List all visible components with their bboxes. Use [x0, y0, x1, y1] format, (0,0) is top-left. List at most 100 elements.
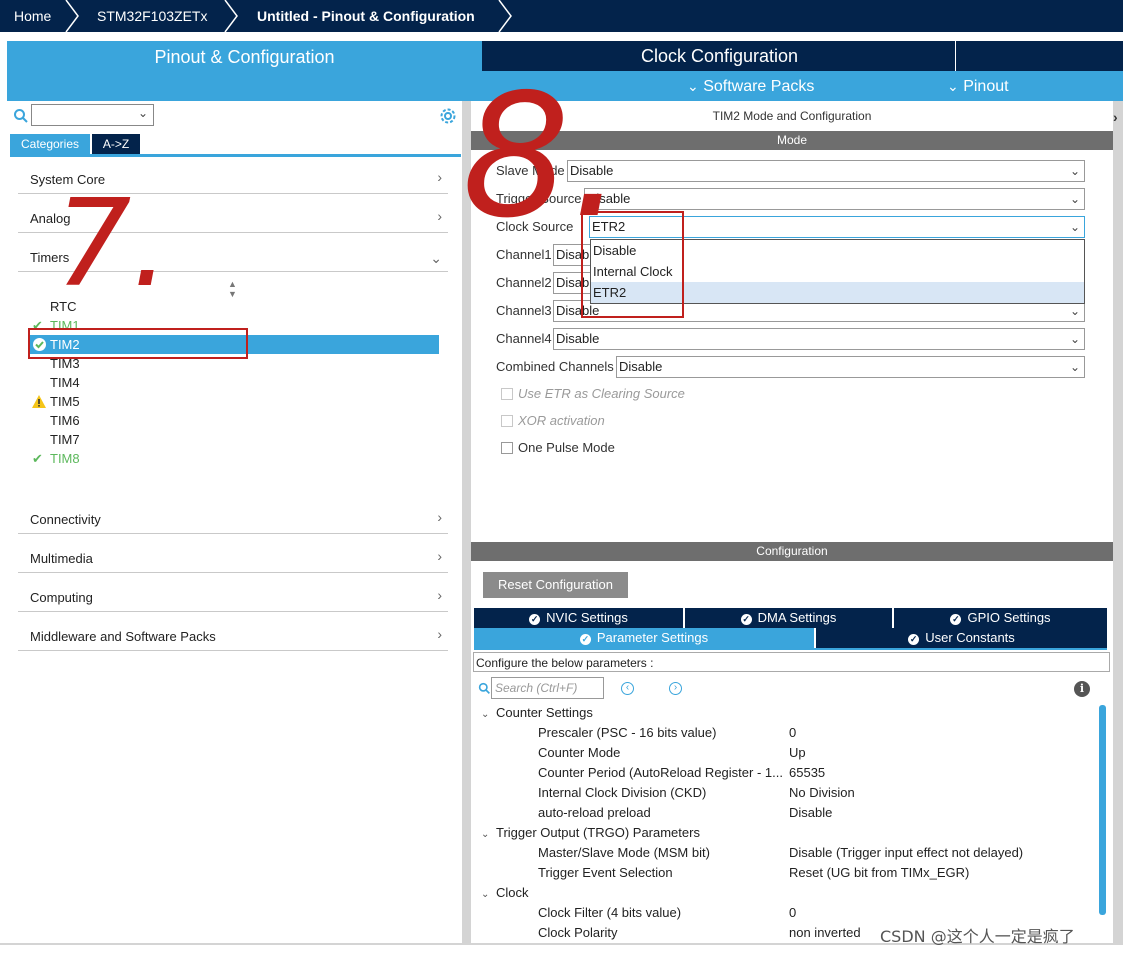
category-label: Middleware and Software Packs — [30, 629, 216, 644]
breadcrumb-chevron-icon — [224, 0, 238, 32]
timer-label: TIM4 — [50, 375, 80, 390]
tab-gpio-settings[interactable]: ✓ GPIO Settings — [894, 608, 1107, 628]
checkbox-box — [501, 415, 513, 427]
parameter-search-input[interactable]: Search (Ctrl+F) — [491, 677, 604, 699]
tab-label: GPIO Settings — [967, 610, 1051, 625]
tab-dma-settings[interactable]: ✓ DMA Settings — [685, 608, 892, 628]
chevron-down-icon: ⌄ — [481, 889, 490, 900]
category-label: Multimedia — [30, 551, 93, 566]
category-multimedia[interactable]: Multimedia › — [18, 535, 448, 573]
param-value[interactable]: No Division — [789, 783, 855, 803]
category-middleware[interactable]: Middleware and Software Packs › — [18, 613, 448, 651]
pinout-menu-label: Pinout — [963, 78, 1009, 95]
next-match-icon[interactable]: › — [669, 682, 682, 695]
parameter-scrollbar[interactable] — [1099, 705, 1106, 915]
tab-underline — [474, 648, 1107, 650]
warning-icon — [32, 395, 46, 408]
annotation-label-8: 8. — [462, 58, 625, 256]
chevron-down-icon: ⌄ — [481, 829, 490, 840]
param-value[interactable]: non inverted — [789, 923, 861, 943]
channel4-value: Disable — [556, 331, 600, 346]
chevron-right-icon: › — [437, 169, 442, 185]
param-value[interactable]: Disable — [789, 803, 832, 823]
chevron-down-icon: ⌄ — [137, 106, 148, 120]
tab-pinout-configuration-label: Pinout & Configuration — [154, 47, 335, 67]
software-packs-menu[interactable]: ⌄ Software Packs — [687, 71, 814, 101]
check-circle-icon: ✓ — [579, 634, 591, 645]
tab-label: User Constants — [925, 630, 1015, 645]
group-title: Counter Settings — [496, 705, 593, 720]
timer-tim5[interactable]: TIM5 — [29, 392, 439, 411]
param-name[interactable]: Prescaler (PSC - 16 bits value) — [538, 723, 788, 743]
slave-mode-select[interactable]: Disable ⌄ — [567, 160, 1085, 182]
param-value[interactable]: Up — [789, 743, 806, 763]
chevron-right-icon: › — [437, 587, 442, 603]
gear-icon[interactable] — [439, 107, 457, 125]
category-search-combo[interactable]: ⌄ — [31, 104, 154, 126]
annotation-label-7: 7. — [55, 175, 170, 314]
param-value[interactable]: 65535 — [789, 763, 825, 783]
param-name[interactable]: auto-reload preload — [538, 803, 788, 823]
chevron-down-icon: ⌄ — [1069, 164, 1080, 178]
search-icon[interactable] — [13, 108, 29, 124]
group-clock[interactable]: ⌄ Clock — [481, 883, 529, 903]
timer-tim6[interactable]: TIM6 — [29, 411, 439, 430]
param-name[interactable]: Counter Period (AutoReload Register - 1.… — [538, 763, 788, 783]
xor-activation-label: XOR activation — [518, 413, 605, 428]
chevron-down-icon: ⌄ — [1069, 192, 1080, 206]
param-value[interactable]: 0 — [789, 903, 796, 923]
param-name[interactable]: Trigger Event Selection — [538, 863, 788, 883]
param-name[interactable]: Master/Slave Mode (MSM bit) — [538, 843, 788, 863]
pinout-menu[interactable]: ⌄ Pinout — [947, 71, 1009, 101]
tab-categories[interactable]: Categories — [10, 134, 90, 154]
param-name[interactable]: Clock Filter (4 bits value) — [538, 903, 788, 923]
tab-nvic-settings[interactable]: ✓ NVIC Settings — [474, 608, 683, 628]
param-value[interactable]: Reset (UG bit from TIMx_EGR) — [789, 863, 969, 883]
category-computing[interactable]: Computing › — [18, 574, 448, 612]
chevron-right-icon: › — [437, 548, 442, 564]
combined-channels-value: Disable — [619, 359, 663, 374]
search-icon — [478, 682, 490, 694]
param-value[interactable]: Disable (Trigger input effect not delaye… — [789, 843, 1023, 863]
timer-label: TIM6 — [50, 413, 80, 428]
one-pulse-mode-label: One Pulse Mode — [518, 440, 615, 455]
timer-tim7[interactable]: TIM7 — [29, 430, 439, 449]
breadcrumb-project[interactable]: Untitled - Pinout & Configuration — [257, 0, 475, 32]
tab-label: NVIC Settings — [546, 610, 628, 625]
tab-user-constants[interactable]: ✓ User Constants — [816, 628, 1107, 648]
category-connectivity[interactable]: Connectivity › — [18, 496, 448, 534]
sort-icon[interactable]: ▲ ▼ — [228, 279, 237, 299]
tab-a-to-z[interactable]: A->Z — [92, 134, 140, 154]
use-etr-label: Use ETR as Clearing Source — [518, 386, 685, 401]
param-value[interactable]: 0 — [789, 723, 796, 743]
watermark: CSDN @这个人一定是疯了 — [880, 927, 1075, 946]
trigger-source-select[interactable]: Disable ⌄ — [584, 188, 1085, 210]
right-scroll-gutter[interactable]: › — [1113, 101, 1123, 943]
group-counter-settings[interactable]: ⌄ Counter Settings — [481, 703, 593, 723]
info-icon[interactable]: i — [1074, 681, 1090, 697]
chevron-down-icon: ⌄ — [1069, 220, 1080, 234]
timer-label: TIM5 — [50, 394, 80, 409]
param-name[interactable]: Clock Polarity — [538, 923, 788, 943]
annotation-box-tim2 — [28, 328, 248, 359]
channel4-select[interactable]: Disable ⌄ — [553, 328, 1085, 350]
param-name[interactable]: Counter Mode — [538, 743, 788, 763]
tab-parameter-settings[interactable]: ✓ Parameter Settings — [474, 628, 814, 648]
configure-note: Configure the below parameters : — [473, 652, 1110, 672]
chevron-right-icon[interactable]: › — [1113, 109, 1118, 125]
tab-clock-configuration-label: Clock Configuration — [640, 46, 799, 66]
reset-configuration-button[interactable]: Reset Configuration — [483, 572, 628, 598]
breadcrumb-home[interactable]: Home — [14, 0, 51, 32]
chevron-down-icon: ⌄ — [1069, 304, 1080, 318]
chevron-right-icon: › — [437, 626, 442, 642]
group-title: Clock — [496, 885, 529, 900]
previous-match-icon[interactable]: ‹ — [621, 682, 634, 695]
group-trigger-output[interactable]: ⌄ Trigger Output (TRGO) Parameters — [481, 823, 700, 843]
combined-channels-select[interactable]: Disable ⌄ — [616, 356, 1085, 378]
breadcrumb-device[interactable]: STM32F103ZETx — [97, 0, 207, 32]
breadcrumb-chevron-icon — [65, 0, 79, 32]
channel3-label: Channel3 — [496, 303, 552, 318]
timer-tim4[interactable]: TIM4 — [29, 373, 439, 392]
param-name[interactable]: Internal Clock Division (CKD) — [538, 783, 788, 803]
timer-tim8[interactable]: ✔ TIM8 — [29, 449, 439, 468]
